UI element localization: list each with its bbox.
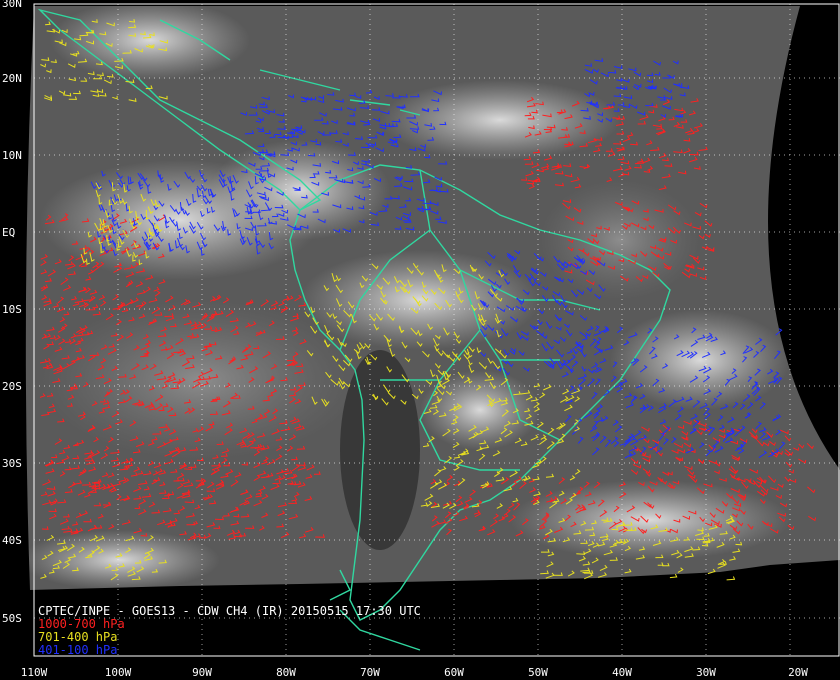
lat-label-50s: 50S (2, 612, 22, 625)
legend-low-level: 1000-700 hPa (38, 617, 125, 631)
lat-label-20n: 20N (2, 72, 22, 85)
lon-label-20w: 20W (788, 666, 808, 679)
lon-label-90w: 90W (192, 666, 212, 679)
map-title: CPTEC/INPE - GOES13 - CDW CH4 (IR) 20150… (38, 604, 421, 618)
lat-label-30n: 30N (2, 0, 22, 10)
lon-label-80w: 80W (276, 666, 296, 679)
lon-label-50w: 50W (528, 666, 548, 679)
lon-label-110w: 110W (20, 666, 48, 679)
wind-barb (726, 576, 736, 581)
legend-high-level: 401-100 hPa (38, 643, 118, 657)
lat-label-30s: 30S (2, 457, 22, 470)
lon-label-30w: 30W (696, 666, 716, 679)
lat-label-10n: 10N (2, 149, 22, 162)
lon-label-100w: 100W (104, 666, 132, 679)
lat-label-40s: 40S (2, 534, 22, 547)
lat-label-10s: 10S (2, 303, 22, 316)
wind-barb (669, 573, 678, 579)
lon-label-70w: 70W (360, 666, 380, 679)
lat-label-20s: 20S (2, 380, 22, 393)
lon-label-60w: 60W (444, 666, 464, 679)
legend-mid-level: 701-400 hPa (38, 630, 118, 644)
satellite-wind-map (25, 3, 840, 657)
lon-label-40w: 40W (612, 666, 632, 679)
lat-label-eq: EQ (2, 226, 16, 239)
